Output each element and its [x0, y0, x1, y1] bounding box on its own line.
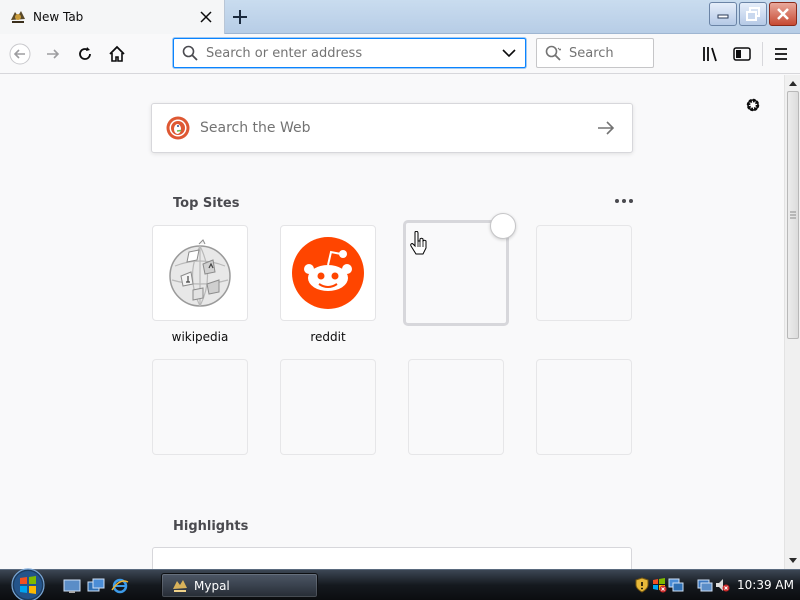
windows-taskbar: Mypal 10:39 AM: [0, 568, 800, 600]
top-site-tile[interactable]: [280, 225, 376, 321]
minimize-button[interactable]: [709, 2, 737, 26]
taskbar-clock[interactable]: 10:39 AM: [737, 578, 794, 592]
search-icon: [182, 44, 200, 62]
reddit-alien-icon: [292, 237, 364, 309]
highlights-heading: Highlights: [173, 519, 249, 534]
new-tab-plus-icon[interactable]: [228, 5, 252, 29]
internet-explorer-icon[interactable]: [111, 578, 129, 594]
windows-security-flag-icon[interactable]: [651, 577, 667, 593]
empty-top-site-tile[interactable]: [152, 359, 248, 455]
duckduckgo-logo-icon: [166, 116, 190, 140]
web-search-box[interactable]: [151, 103, 633, 153]
hamburger-menu-icon[interactable]: [767, 40, 795, 68]
vertical-scrollbar[interactable]: [784, 75, 800, 569]
show-desktop-icon[interactable]: [63, 578, 81, 594]
empty-top-site-tile[interactable]: [280, 359, 376, 455]
tab-new-tab[interactable]: New Tab: [0, 0, 225, 34]
library-icon[interactable]: [697, 40, 725, 68]
empty-top-site-tile[interactable]: [536, 225, 632, 321]
switch-windows-icon[interactable]: [87, 578, 105, 594]
home-icon[interactable]: [103, 40, 131, 68]
navigation-toolbar: [0, 34, 800, 74]
address-input[interactable]: [206, 45, 499, 61]
network-icon[interactable]: [668, 577, 684, 593]
hand-cursor-icon: [410, 231, 427, 255]
pin-button[interactable]: [490, 213, 516, 239]
toolbar-divider: [762, 42, 763, 66]
web-search-input[interactable]: [200, 120, 594, 136]
volume-muted-icon[interactable]: [714, 577, 730, 593]
more-options-icon[interactable]: [612, 193, 636, 209]
newtab-page: Top Sites wikipedia: [0, 75, 784, 569]
empty-top-site-tile[interactable]: [536, 359, 632, 455]
mypal-favicon-icon: [9, 8, 27, 26]
top-site-tile[interactable]: [152, 225, 248, 321]
search-icon: [545, 44, 563, 62]
close-window-button[interactable]: [769, 2, 797, 26]
arrow-right-icon[interactable]: [594, 116, 618, 140]
windows-start-orb-icon[interactable]: [8, 568, 48, 600]
title-bar: New Tab: [0, 0, 800, 34]
url-bar[interactable]: [173, 38, 526, 68]
reload-icon[interactable]: [71, 40, 99, 68]
scrollbar-thumb[interactable]: [787, 91, 799, 339]
forward-arrow-icon[interactable]: [39, 40, 67, 68]
wikipedia-globe-icon: [169, 239, 231, 307]
empty-top-site-tile[interactable]: [408, 359, 504, 455]
sidebar-icon[interactable]: [728, 40, 756, 68]
tile-label: reddit: [310, 330, 346, 344]
restore-button[interactable]: [739, 2, 767, 26]
top-sites-heading: Top Sites: [173, 196, 240, 211]
security-shield-icon[interactable]: [634, 577, 650, 593]
search-input[interactable]: [569, 45, 653, 61]
taskbar-button-label: Mypal: [194, 578, 230, 593]
taskbar-button-mypal[interactable]: Mypal: [161, 573, 318, 598]
connected-display-icon[interactable]: [697, 577, 713, 593]
back-arrow-icon[interactable]: [6, 40, 34, 68]
highlight-card[interactable]: [152, 547, 632, 569]
tab-title: New Tab: [33, 10, 84, 24]
chevron-down-icon[interactable]: [499, 43, 519, 63]
scroll-up-arrow-icon[interactable]: [785, 75, 800, 91]
search-bar[interactable]: [536, 38, 654, 68]
close-icon[interactable]: [198, 9, 214, 25]
gear-icon[interactable]: [742, 94, 764, 116]
mypal-favicon-icon: [173, 579, 187, 592]
scroll-down-arrow-icon[interactable]: [785, 553, 800, 569]
tile-label: wikipedia: [171, 330, 229, 344]
